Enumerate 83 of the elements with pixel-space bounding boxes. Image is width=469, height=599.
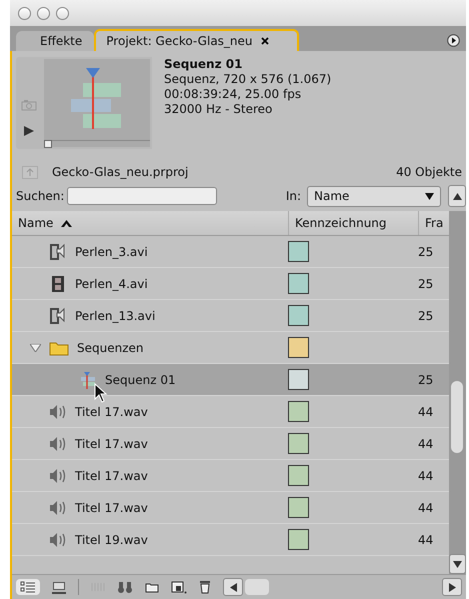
label-swatch[interactable] — [288, 497, 309, 518]
table-cell: 44 — [418, 500, 434, 514]
item-name: Perlen_3.avi — [75, 244, 148, 258]
label-swatch[interactable] — [288, 529, 309, 550]
new-item-icon[interactable] — [171, 580, 187, 594]
table-cell: 44 — [418, 532, 434, 546]
sequence-info: Sequenz, 720 x 576 (1.067) — [164, 72, 332, 87]
column-header[interactable]: Fra — [419, 211, 449, 235]
table-cell: 25 — [418, 308, 434, 322]
label-swatch[interactable] — [288, 465, 309, 486]
minimize-window-button[interactable] — [37, 6, 50, 20]
table-cell: 44 — [418, 436, 434, 450]
table-cell: 44 — [418, 404, 434, 418]
speaker-icon — [49, 500, 67, 516]
table-cell: 25 — [418, 244, 434, 258]
label-swatch[interactable] — [288, 273, 309, 294]
speaker-icon — [49, 436, 67, 452]
label-swatch[interactable] — [288, 369, 309, 390]
scroll-down-button[interactable] — [449, 554, 466, 574]
sequence-icon — [79, 370, 97, 388]
item-name: Titel 17.wav — [75, 404, 148, 418]
table-row[interactable]: Sequenz 01 25 — [12, 364, 449, 396]
item-name: Titel 17.wav — [75, 468, 148, 482]
search-scope-dropdown[interactable]: Name — [307, 186, 441, 206]
video-audio-clip-icon — [49, 242, 67, 260]
sort-ascending-icon — [61, 220, 72, 226]
label-swatch[interactable] — [288, 337, 309, 358]
panel-tab[interactable]: Projekt: Gecko-Glas_neu — [94, 29, 299, 51]
close-window-button[interactable] — [18, 6, 31, 20]
item-name: Titel 17.wav — [75, 436, 148, 450]
scroll-left-button[interactable] — [223, 578, 243, 596]
disclosure-triangle-icon[interactable] — [30, 344, 41, 352]
in-label: In: — [286, 189, 301, 203]
item-name: Perlen_13.avi — [75, 308, 156, 322]
icon-view-icon[interactable] — [52, 580, 66, 594]
label-swatch[interactable] — [288, 401, 309, 422]
play-icon[interactable] — [23, 125, 35, 137]
search-label: Suchen: — [16, 189, 64, 203]
table-cell: 25 — [418, 372, 434, 386]
vertical-scrollbar[interactable] — [449, 211, 466, 574]
right-arrow-icon — [448, 582, 456, 592]
slider-thumb[interactable] — [44, 140, 52, 148]
horizontal-scrollbar[interactable] — [223, 578, 462, 596]
column-header[interactable]: Name — [12, 211, 289, 235]
speaker-icon — [49, 404, 67, 420]
panel-tab[interactable]: Effekte — [16, 31, 94, 51]
dropdown-arrow-icon — [425, 192, 434, 200]
left-arrow-icon — [230, 582, 236, 592]
scroll-right-button[interactable] — [442, 578, 462, 596]
item-name: Titel 19.wav — [75, 532, 148, 546]
down-arrow-icon — [453, 560, 462, 568]
scrollbar-thumb[interactable] — [245, 579, 269, 595]
folder-icon[interactable] — [145, 582, 159, 592]
folder-icon — [49, 340, 69, 356]
table-cell: 44 — [418, 468, 434, 482]
trash-icon[interactable] — [199, 580, 211, 594]
zoom-window-button[interactable] — [56, 6, 69, 20]
label-swatch[interactable] — [288, 433, 309, 454]
table-cell: 25 — [418, 276, 434, 290]
item-name: Titel 17.wav — [75, 500, 148, 514]
close-icon[interactable] — [260, 37, 269, 45]
scrollbar-thumb[interactable] — [451, 381, 463, 453]
item-count: 40 Objekte — [396, 165, 462, 179]
sequence-info: 32000 Hz - Stereo — [164, 102, 274, 117]
sequence-title: Sequenz 01 — [164, 57, 244, 72]
list-view-button[interactable] — [16, 579, 40, 595]
video-audio-clip-icon — [49, 306, 67, 324]
search-field[interactable] — [67, 187, 218, 205]
speaker-icon — [49, 532, 67, 548]
item-name: Sequenz 01 — [105, 372, 176, 386]
sequence-info: 00:08:39:24, 25.00 fps — [164, 87, 302, 102]
item-name: Perlen_4.avi — [75, 276, 148, 290]
speaker-icon — [49, 468, 67, 484]
label-swatch[interactable] — [288, 241, 309, 262]
item-name: Sequenzen — [77, 340, 144, 354]
project-file-name: Gecko-Glas_neu.prproj — [52, 165, 188, 179]
column-header[interactable]: Kennzeichnung — [289, 211, 419, 235]
binoculars-icon[interactable] — [117, 580, 133, 594]
up-arrow-icon — [452, 192, 462, 200]
panel-menu-icon[interactable] — [447, 34, 460, 47]
label-swatch[interactable] — [288, 305, 309, 326]
film-strip-icon — [49, 274, 67, 292]
scroll-up-button[interactable] — [448, 185, 466, 207]
